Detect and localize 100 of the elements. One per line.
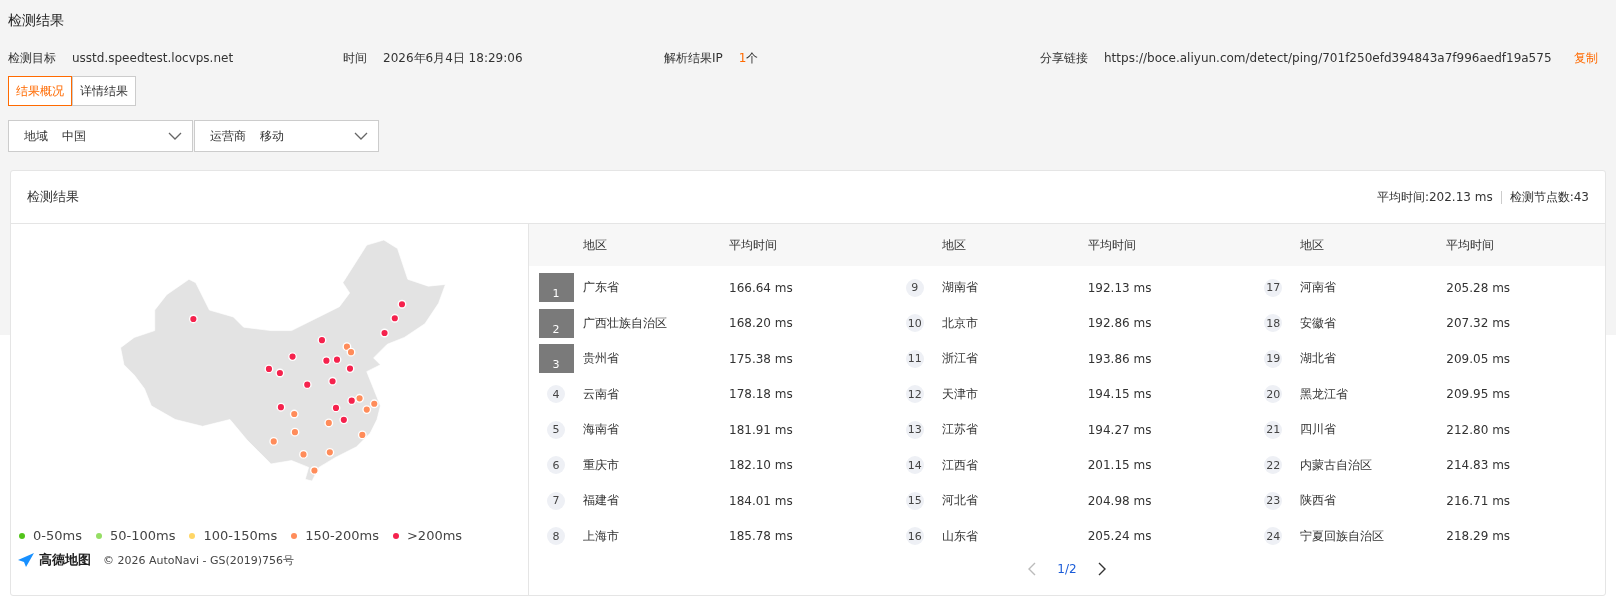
region-cell-text: 江苏省 — [941, 421, 979, 439]
time-cell: 178.18 ms — [729, 387, 793, 402]
card-title: 检测结果 — [27, 188, 79, 206]
column-header: 地区 — [583, 236, 608, 254]
info-label: 解析结果IP — [664, 49, 723, 67]
info-value: usstd.speedtest.locvps.net — [72, 51, 234, 65]
rank-badge: 6 — [547, 456, 565, 475]
time-cell: 175.38 ms — [729, 351, 793, 366]
time-cell: 205.28 ms — [1446, 280, 1511, 295]
region-cell-text: 山东省 — [941, 527, 979, 545]
ip-count: 1 — [738, 50, 747, 65]
filter-select[interactable]: 运营商 移动 — [194, 120, 379, 152]
region-cell-text: 广东省 — [583, 279, 620, 297]
time-cell: 194.27 ms — [1087, 422, 1152, 437]
time-cell: 192.13 ms — [1087, 280, 1152, 295]
rank-badge: 20 — [1264, 385, 1283, 404]
chevron-down-icon — [354, 132, 368, 140]
rank-badge: 22 — [1264, 456, 1283, 475]
page-title: 检测结果 — [8, 12, 65, 30]
rank-badge: 14 — [905, 456, 924, 475]
region-cell-text: 浙江省 — [941, 350, 979, 368]
region-cell-text: 广西壮族自治区 — [583, 314, 668, 332]
rank-badge: 24 — [1264, 527, 1283, 546]
rank-badge: 15 — [905, 491, 924, 510]
map-copyright: © 2026 AutoNavi - GS(2019)756号 — [103, 552, 295, 568]
filter-select[interactable]: 地域 中国 — [8, 120, 193, 152]
map-brand: 高德地图 — [39, 551, 91, 569]
time-cell: 192.86 ms — [1087, 316, 1152, 331]
rank-badge: 17 — [1264, 278, 1283, 297]
region-cell-text: 云南省 — [583, 385, 620, 403]
time-cell: 182.10 ms — [729, 458, 793, 473]
column-header: 地区 — [941, 236, 967, 254]
time-cell: 201.15 ms — [1087, 458, 1152, 473]
rank-badge: 3 — [538, 344, 574, 374]
column-header: 平均时间 — [1446, 236, 1495, 254]
column-header: 平均时间 — [1087, 236, 1136, 254]
rank-badge: 4 — [547, 385, 565, 404]
info-label: 分享链接 — [1040, 49, 1088, 67]
region-cell-text: 湖南省 — [941, 279, 979, 297]
legend-label: >200ms — [406, 528, 463, 543]
average-time: 平均时间:202.13 ms — [1376, 188, 1493, 206]
rank-badge: 5 — [547, 420, 565, 439]
time-cell: 207.32 ms — [1446, 316, 1511, 331]
rank-badge: 13 — [905, 420, 924, 439]
rank-badge: 1 — [538, 273, 574, 303]
chevron-down-icon — [168, 132, 182, 140]
next-page-icon[interactable] — [1096, 562, 1107, 576]
info-value: https://boce.aliyun.com/detect/ping/701f250efd394843a7f996aedf19a575 — [1104, 51, 1552, 65]
region-cell-text: 河北省 — [941, 492, 979, 510]
time-cell: 214.83 ms — [1446, 458, 1511, 473]
rank-badge: 8 — [547, 527, 565, 546]
rank-badge: 19 — [1264, 349, 1283, 368]
legend-label: 50-100ms — [109, 528, 176, 543]
column-header: 地区 — [1300, 236, 1326, 254]
region-cell-text: 北京市 — [941, 314, 979, 332]
region-cell-text: 天津市 — [941, 385, 979, 403]
rank-badge: 9 — [905, 278, 924, 297]
tab[interactable]: 详情结果 — [72, 76, 136, 106]
time-cell: 204.98 ms — [1087, 493, 1152, 508]
legend-label: 150-200ms — [305, 528, 379, 543]
time-cell: 185.78 ms — [729, 529, 793, 544]
node-count: 检测节点数:43 — [1509, 188, 1589, 206]
region-cell-text: 河南省 — [1300, 279, 1338, 297]
time-cell: 194.15 ms — [1087, 387, 1152, 402]
time-cell: 209.95 ms — [1446, 387, 1511, 402]
rank-badge: 18 — [1264, 314, 1283, 333]
time-cell: 181.91 ms — [729, 422, 793, 437]
region-cell-text: 黑龙江省 — [1300, 385, 1350, 403]
ip-unit: 个 — [746, 50, 759, 65]
time-cell: 209.05 ms — [1446, 351, 1511, 366]
paper-plane-icon — [17, 552, 35, 568]
region-cell-text: 江西省 — [941, 456, 979, 474]
time-cell: 168.20 ms — [729, 316, 793, 331]
time-cell: 166.64 ms — [729, 280, 793, 295]
region-cell-text: 内蒙古自治区 — [1300, 456, 1374, 474]
region-cell-text: 贵州省 — [583, 350, 620, 368]
region-cell-text: 海南省 — [583, 421, 620, 439]
region-cell-text: 陕西省 — [1300, 492, 1338, 510]
legend-label: 0-50ms — [33, 528, 82, 543]
rank-badge: 10 — [905, 314, 924, 333]
rank-badge: 23 — [1264, 491, 1283, 510]
info-label: 检测目标 — [8, 49, 56, 67]
region-cell-text: 湖北省 — [1300, 350, 1338, 368]
rank-badge: 7 — [547, 491, 565, 510]
info-label: 时间 — [343, 49, 367, 67]
time-cell: 212.80 ms — [1446, 422, 1511, 437]
rank-badge: 2 — [538, 308, 574, 338]
info-value: 2026年6月4日 18:29:06 — [383, 49, 523, 67]
time-cell: 205.24 ms — [1087, 529, 1152, 544]
page-indicator: 1/2 — [1057, 562, 1077, 576]
time-cell: 193.86 ms — [1087, 351, 1152, 366]
column-header: 平均时间 — [729, 236, 777, 254]
time-cell: 218.29 ms — [1446, 529, 1511, 544]
time-cell: 216.71 ms — [1446, 493, 1511, 508]
legend-label: 100-150ms — [203, 528, 278, 543]
rank-badge: 11 — [905, 349, 924, 368]
time-cell: 184.01 ms — [729, 493, 793, 508]
rank-badge: 21 — [1264, 420, 1283, 439]
rank-badge: 12 — [905, 385, 924, 404]
region-cell-text: 宁夏回族自治区 — [1300, 527, 1386, 545]
